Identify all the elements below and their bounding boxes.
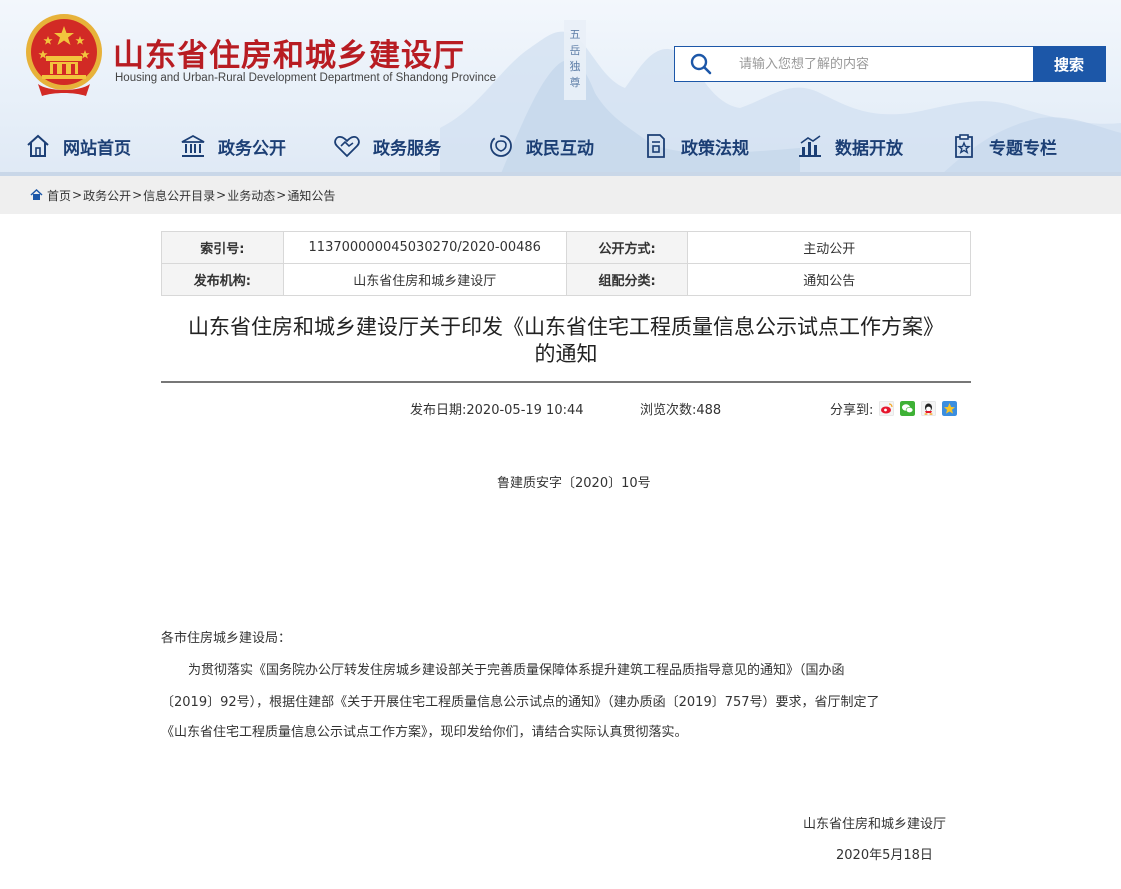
site-title: 山东省住房和城乡建设厅 <box>113 38 465 74</box>
body-paragraph-line: 《山东省住宅工程质量信息公示试点工作方案》，现印发给你们，请结合实际认真贯彻落实… <box>161 725 688 740</box>
index-label: 索引号: <box>161 231 284 264</box>
document-meta-table: 索引号: 113700000045030270/2020-00486 公开方式:… <box>161 231 971 296</box>
article-title-line: 山东省住房和城乡建设厅关于印发《山东省住宅工程质量信息公示试点工作方案》 <box>188 315 944 339</box>
nav-item-special-topics[interactable]: 专题专栏 <box>951 130 1057 162</box>
publisher-label: 发布机构: <box>161 263 284 296</box>
nav-item-label: 网站首页 <box>63 138 131 159</box>
document-number: 鲁建质安字〔2020〕10号 <box>497 476 651 491</box>
table-row: 索引号: 113700000045030270/2020-00486 公开方式:… <box>161 231 971 264</box>
svg-text:尊: 尊 <box>570 75 581 89</box>
search-input[interactable] <box>727 47 1033 81</box>
body-paragraph-line: 为贯彻落实《国务院办公厅转发住房城乡建设部关于完善质量保障体系提升建筑工程品质指… <box>188 663 845 678</box>
home-icon <box>27 134 49 157</box>
breadcrumb-government-affairs[interactable]: 政务公开 <box>83 187 131 204</box>
breadcrumb-separator: > <box>72 188 83 202</box>
breadcrumb-separator: > <box>216 188 227 202</box>
share-bar: 分享到: <box>830 399 958 418</box>
publisher-value: 山东省住房和城乡建设厅 <box>282 263 567 296</box>
search-button[interactable]: 搜索 <box>1033 46 1105 82</box>
title-divider <box>161 381 971 383</box>
search-bar: 搜索 <box>674 46 1106 82</box>
svg-text:岳: 岳 <box>570 44 581 57</box>
nav-item-public-interaction[interactable]: 政民互动 <box>488 130 594 162</box>
nav-item-label: 政民互动 <box>526 138 594 159</box>
svg-text:五: 五 <box>570 28 581 41</box>
weibo-icon[interactable] <box>879 401 895 416</box>
signature-date: 2020年5月18日 <box>836 848 933 863</box>
signature-organization: 山东省住房和城乡建设厅 <box>803 817 947 832</box>
nav-item-government-affairs[interactable]: 政务公开 <box>180 130 286 162</box>
category-value: 通知公告 <box>687 263 971 296</box>
share-label: 分享到: <box>830 403 874 418</box>
table-row: 发布机构: 山东省住房和城乡建设厅 组配分类: 通知公告 <box>161 263 971 296</box>
document-policy-icon <box>647 134 665 158</box>
site-header: 五 岳 独 尊 山东省住房和城乡建设厅 Housing and Urban-Ru… <box>0 0 1121 176</box>
bar-chart-icon <box>799 135 821 157</box>
breadcrumb-info-directory[interactable]: 信息公开目录 <box>143 187 215 204</box>
search-icon[interactable] <box>675 47 727 81</box>
open-method-value: 主动公开 <box>687 231 971 264</box>
government-building-icon <box>181 134 205 157</box>
nav-item-home[interactable]: 网站首页 <box>25 130 131 162</box>
nav-item-label: 政务服务 <box>373 138 441 159</box>
view-count: 浏览次数:488 <box>640 403 722 418</box>
nav-item-label: 专题专栏 <box>989 138 1057 159</box>
publish-date: 发布日期:2020-05-19 10:44 <box>410 403 584 418</box>
index-value: 113700000045030270/2020-00486 <box>282 231 567 264</box>
star-clipboard-icon <box>955 134 973 158</box>
category-label: 组配分类: <box>565 263 689 296</box>
breadcrumb-notices[interactable]: 通知公告 <box>287 187 335 204</box>
wechat-icon[interactable] <box>900 401 916 416</box>
national-emblem-logo <box>26 14 102 96</box>
qq-icon[interactable] <box>921 401 937 416</box>
interaction-icon <box>490 135 512 157</box>
open-method-label: 公开方式: <box>565 231 689 264</box>
handshake-heart-icon <box>334 136 360 158</box>
article-title-line: 的通知 <box>534 342 598 366</box>
main-navigation: 网站首页 政务公开 政务服务 政民互动 政策法规 数据开放 专题专栏 <box>0 118 1121 174</box>
breadcrumb: 首页 > 政务公开 > 信息公开目录 > 业务动态 > 通知公告 <box>0 176 1121 214</box>
breadcrumb-separator: > <box>276 188 287 202</box>
nav-item-open-data[interactable]: 数据开放 <box>797 130 903 162</box>
home-icon <box>30 189 43 200</box>
nav-item-label: 政策法规 <box>681 138 749 159</box>
svg-text:独: 独 <box>570 60 581 73</box>
nav-item-policies-regulations[interactable]: 政策法规 <box>643 130 749 162</box>
breadcrumb-home[interactable]: 首页 <box>47 187 71 204</box>
site-subtitle-english: Housing and Urban-Rural Development Depa… <box>115 72 496 84</box>
addressee: 各市住房城乡建设局： <box>161 631 292 646</box>
body-paragraph-line: 〔2019〕92号），根据住建部《关于开展住宅工程质量信息公示试点的通知》（建办… <box>161 695 880 710</box>
qzone-icon[interactable] <box>942 401 958 416</box>
nav-item-label: 政务公开 <box>218 138 286 159</box>
article-title: 山东省住房和城乡建设厅关于印发《山东省住宅工程质量信息公示试点工作方案》 的通知 <box>161 314 971 368</box>
breadcrumb-separator: > <box>132 188 143 202</box>
nav-item-government-services[interactable]: 政务服务 <box>333 130 441 162</box>
nav-item-label: 数据开放 <box>835 138 903 159</box>
breadcrumb-business-news[interactable]: 业务动态 <box>227 187 275 204</box>
